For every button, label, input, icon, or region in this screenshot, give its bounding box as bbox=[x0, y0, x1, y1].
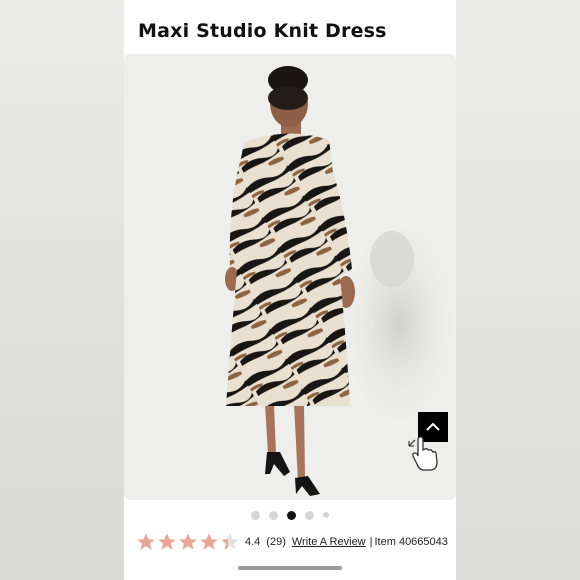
gallery-dot[interactable] bbox=[287, 510, 296, 520]
item-number: Item 40665043 bbox=[374, 536, 448, 548]
gallery-dot[interactable] bbox=[323, 512, 329, 518]
background-blur-left bbox=[0, 0, 124, 580]
write-review-link[interactable]: Write A Review bbox=[292, 536, 366, 548]
star-rating bbox=[136, 532, 240, 552]
hand-pointer-icon bbox=[408, 436, 438, 471]
product-title: Maxi Studio Knit Dress bbox=[138, 20, 387, 42]
phone-screen: Maxi Studio Knit Dress 4.4 (29) Write A … bbox=[124, 0, 456, 580]
star-icon bbox=[158, 533, 176, 550]
gallery-dot[interactable] bbox=[269, 510, 278, 520]
product-image-gallery[interactable] bbox=[124, 54, 456, 500]
review-count: (29) bbox=[266, 536, 286, 548]
gallery-dot[interactable] bbox=[305, 510, 314, 520]
gallery-dot[interactable] bbox=[251, 510, 260, 520]
star-icon bbox=[179, 533, 197, 550]
rating-score: 4.4 bbox=[245, 536, 261, 548]
star-icon bbox=[200, 533, 218, 550]
gallery-pagination bbox=[124, 509, 456, 521]
rating-row: 4.4 (29) Write A Review | Item 40665043 bbox=[136, 531, 454, 553]
star-icon bbox=[221, 533, 239, 550]
divider: | bbox=[369, 536, 373, 548]
star-icon bbox=[137, 533, 155, 550]
chevron-up-icon bbox=[426, 422, 440, 431]
home-indicator-bar[interactable] bbox=[238, 566, 342, 570]
background-blur-right bbox=[456, 0, 580, 580]
